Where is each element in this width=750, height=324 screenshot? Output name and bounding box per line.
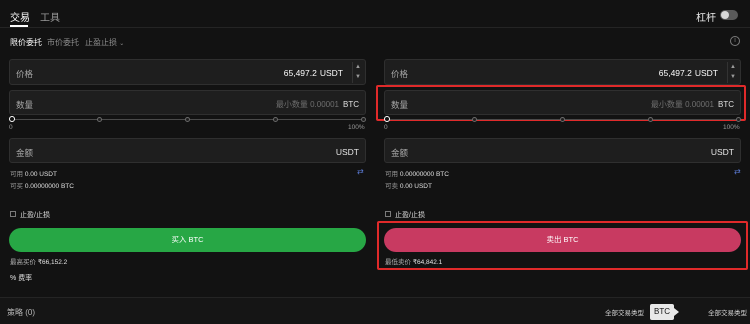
buy-best-price: 最高买价 ₹66,152.2 bbox=[10, 256, 67, 266]
info-icon[interactable]: i bbox=[730, 36, 740, 46]
buy-can-buy-value: 0.00000000 BTC bbox=[24, 183, 74, 190]
buy-amount-label: 金额 bbox=[16, 148, 34, 158]
bottom-bar: 策略 (0) 全部交易类型 BTC 全部交易类型 bbox=[0, 297, 750, 324]
sell-quantity-label: 数量 bbox=[391, 100, 409, 110]
buy-best-value: ₹66,152.2 bbox=[37, 259, 68, 266]
order-type-tpsl-label: 止盈止损 bbox=[85, 38, 117, 47]
buy-slider-step-50[interactable] bbox=[185, 117, 190, 122]
buy-price-field[interactable]: 价格 65,497.2 USDT ▲ ▼ bbox=[9, 59, 366, 85]
swap-icon[interactable]: ⇄ bbox=[357, 167, 364, 176]
buy-amount-unit: USDT bbox=[335, 147, 359, 157]
sell-best-value: ₹64,842.1 bbox=[412, 259, 443, 266]
active-tab-indicator bbox=[10, 25, 28, 27]
sell-can-sell: 可卖 0.00 USDT bbox=[385, 180, 432, 190]
buy-slider-max-label: 100% bbox=[348, 124, 365, 131]
leverage-label: 杠杆 bbox=[696, 13, 716, 24]
sell-price-value: 65,497.2 USDT bbox=[659, 68, 718, 78]
sell-tpsl-label: 止盈/止损 bbox=[395, 212, 425, 219]
swap-icon[interactable]: ⇄ bbox=[734, 167, 741, 176]
sell-available: 可用 0.00000000 BTC bbox=[385, 168, 449, 178]
sell-tpsl-checkbox[interactable] bbox=[385, 211, 391, 217]
buy-quantity-field[interactable]: 数量 最小数量 0.00001 BTC bbox=[9, 90, 366, 115]
sell-btc-button[interactable]: 卖出 BTC bbox=[384, 228, 741, 252]
trade-type-filter[interactable]: 全部交易类型 bbox=[605, 307, 644, 317]
buy-price-stepper[interactable]: ▲ ▼ bbox=[352, 62, 363, 83]
sell-price-stepper[interactable]: ▲ ▼ bbox=[727, 62, 738, 83]
buy-available-label: 可用 bbox=[10, 171, 23, 178]
buy-can-buy: 可买 0.00000000 BTC bbox=[10, 180, 74, 190]
buy-quantity-placeholder: 最小数量 0.00001 BTC bbox=[276, 99, 359, 110]
trade-type-filter-2[interactable]: 全部交易类型 bbox=[708, 307, 747, 317]
sell-quantity-hint: 最小数量 0.00001 bbox=[650, 100, 714, 109]
sell-price-label: 价格 bbox=[391, 69, 409, 79]
buy-tpsl-label: 止盈/止损 bbox=[20, 212, 50, 219]
chevron-up-icon[interactable]: ▲ bbox=[728, 62, 738, 72]
sell-quantity-placeholder: 最小数量 0.00001 BTC bbox=[651, 99, 734, 110]
buy-price-value: 65,497.2 USDT bbox=[284, 68, 343, 78]
sell-quantity-unit: BTC bbox=[718, 100, 734, 109]
sell-slider-handle[interactable] bbox=[384, 116, 390, 122]
sell-slider-step-75[interactable] bbox=[648, 117, 653, 122]
chevron-down-icon[interactable]: ▼ bbox=[728, 72, 738, 82]
sell-available-value: 0.00000000 BTC bbox=[399, 171, 449, 178]
order-type-market[interactable]: 市价委托 bbox=[47, 37, 79, 48]
chevron-down-icon[interactable]: ▼ bbox=[353, 72, 363, 82]
order-type-limit[interactable]: 限价委托 bbox=[10, 37, 42, 48]
buy-slider-handle[interactable] bbox=[9, 116, 15, 122]
sell-slider-min-label: 0 bbox=[384, 124, 388, 131]
sell-available-label: 可用 bbox=[385, 171, 398, 178]
buy-available: 可用 0.00 USDT bbox=[10, 168, 57, 178]
sell-can-sell-label: 可卖 bbox=[385, 183, 398, 190]
sell-slider-step-25[interactable] bbox=[472, 117, 477, 122]
sell-slider-max-label: 100% bbox=[723, 124, 740, 131]
buy-tpsl-checkbox[interactable] bbox=[10, 211, 16, 217]
order-type-tpsl[interactable]: 止盈止损 ⌄ bbox=[85, 37, 124, 48]
sell-amount-label: 金额 bbox=[391, 148, 409, 158]
chevron-up-icon[interactable]: ▲ bbox=[353, 62, 363, 72]
buy-slider-step-75[interactable] bbox=[273, 117, 278, 122]
sell-quantity-field[interactable]: 数量 最小数量 0.00001 BTC bbox=[384, 90, 741, 115]
sell-can-sell-value: 0.00 USDT bbox=[399, 183, 432, 190]
leverage-toggle[interactable] bbox=[720, 10, 738, 20]
buy-available-value: 0.00 USDT bbox=[24, 171, 57, 178]
buy-amount-field[interactable]: 金额 USDT bbox=[9, 138, 366, 163]
sell-price-field[interactable]: 价格 65,497.2 USDT ▲ ▼ bbox=[384, 59, 741, 85]
sell-price-unit: USDT bbox=[694, 68, 718, 78]
sell-slider-step-100[interactable] bbox=[736, 117, 741, 122]
tab-tools[interactable]: 工具 bbox=[40, 9, 60, 24]
buy-slider-min-label: 0 bbox=[9, 124, 13, 131]
chevron-down-icon: ⌄ bbox=[119, 41, 125, 47]
sell-best-price: 最低卖价 ₹64,842.1 bbox=[385, 256, 442, 266]
strategy-tab[interactable]: 策略 (0) bbox=[7, 307, 35, 318]
buy-quantity-hint: 最小数量 0.00001 bbox=[275, 100, 339, 109]
buy-can-buy-label: 可买 bbox=[10, 183, 23, 190]
sell-slider-step-50[interactable] bbox=[560, 117, 565, 122]
sell-best-label: 最低卖价 bbox=[385, 259, 411, 266]
buy-slider-step-25[interactable] bbox=[97, 117, 102, 122]
tooltip-btc: BTC bbox=[650, 304, 679, 320]
fee-rate-label: 费率 bbox=[18, 275, 33, 282]
buy-quantity-label: 数量 bbox=[16, 100, 34, 110]
buy-slider-step-100[interactable] bbox=[361, 117, 366, 122]
buy-btc-button[interactable]: 买入 BTC bbox=[9, 228, 366, 252]
buy-price-unit: USDT bbox=[319, 68, 343, 78]
buy-price-number: 65,497.2 bbox=[283, 68, 317, 78]
fee-rate-link[interactable]: % 费率 bbox=[10, 273, 32, 283]
sell-amount-field[interactable]: 金额 USDT bbox=[384, 138, 741, 163]
top-bar: 交易 工具 杠杆 bbox=[0, 0, 750, 28]
buy-quantity-unit: BTC bbox=[343, 100, 359, 109]
buy-best-label: 最高买价 bbox=[10, 259, 36, 266]
percent-icon: % bbox=[10, 275, 17, 282]
sell-amount-unit: USDT bbox=[710, 147, 734, 157]
buy-price-label: 价格 bbox=[16, 69, 34, 79]
sell-price-number: 65,497.2 bbox=[658, 68, 692, 78]
tab-trade[interactable]: 交易 bbox=[10, 9, 30, 24]
